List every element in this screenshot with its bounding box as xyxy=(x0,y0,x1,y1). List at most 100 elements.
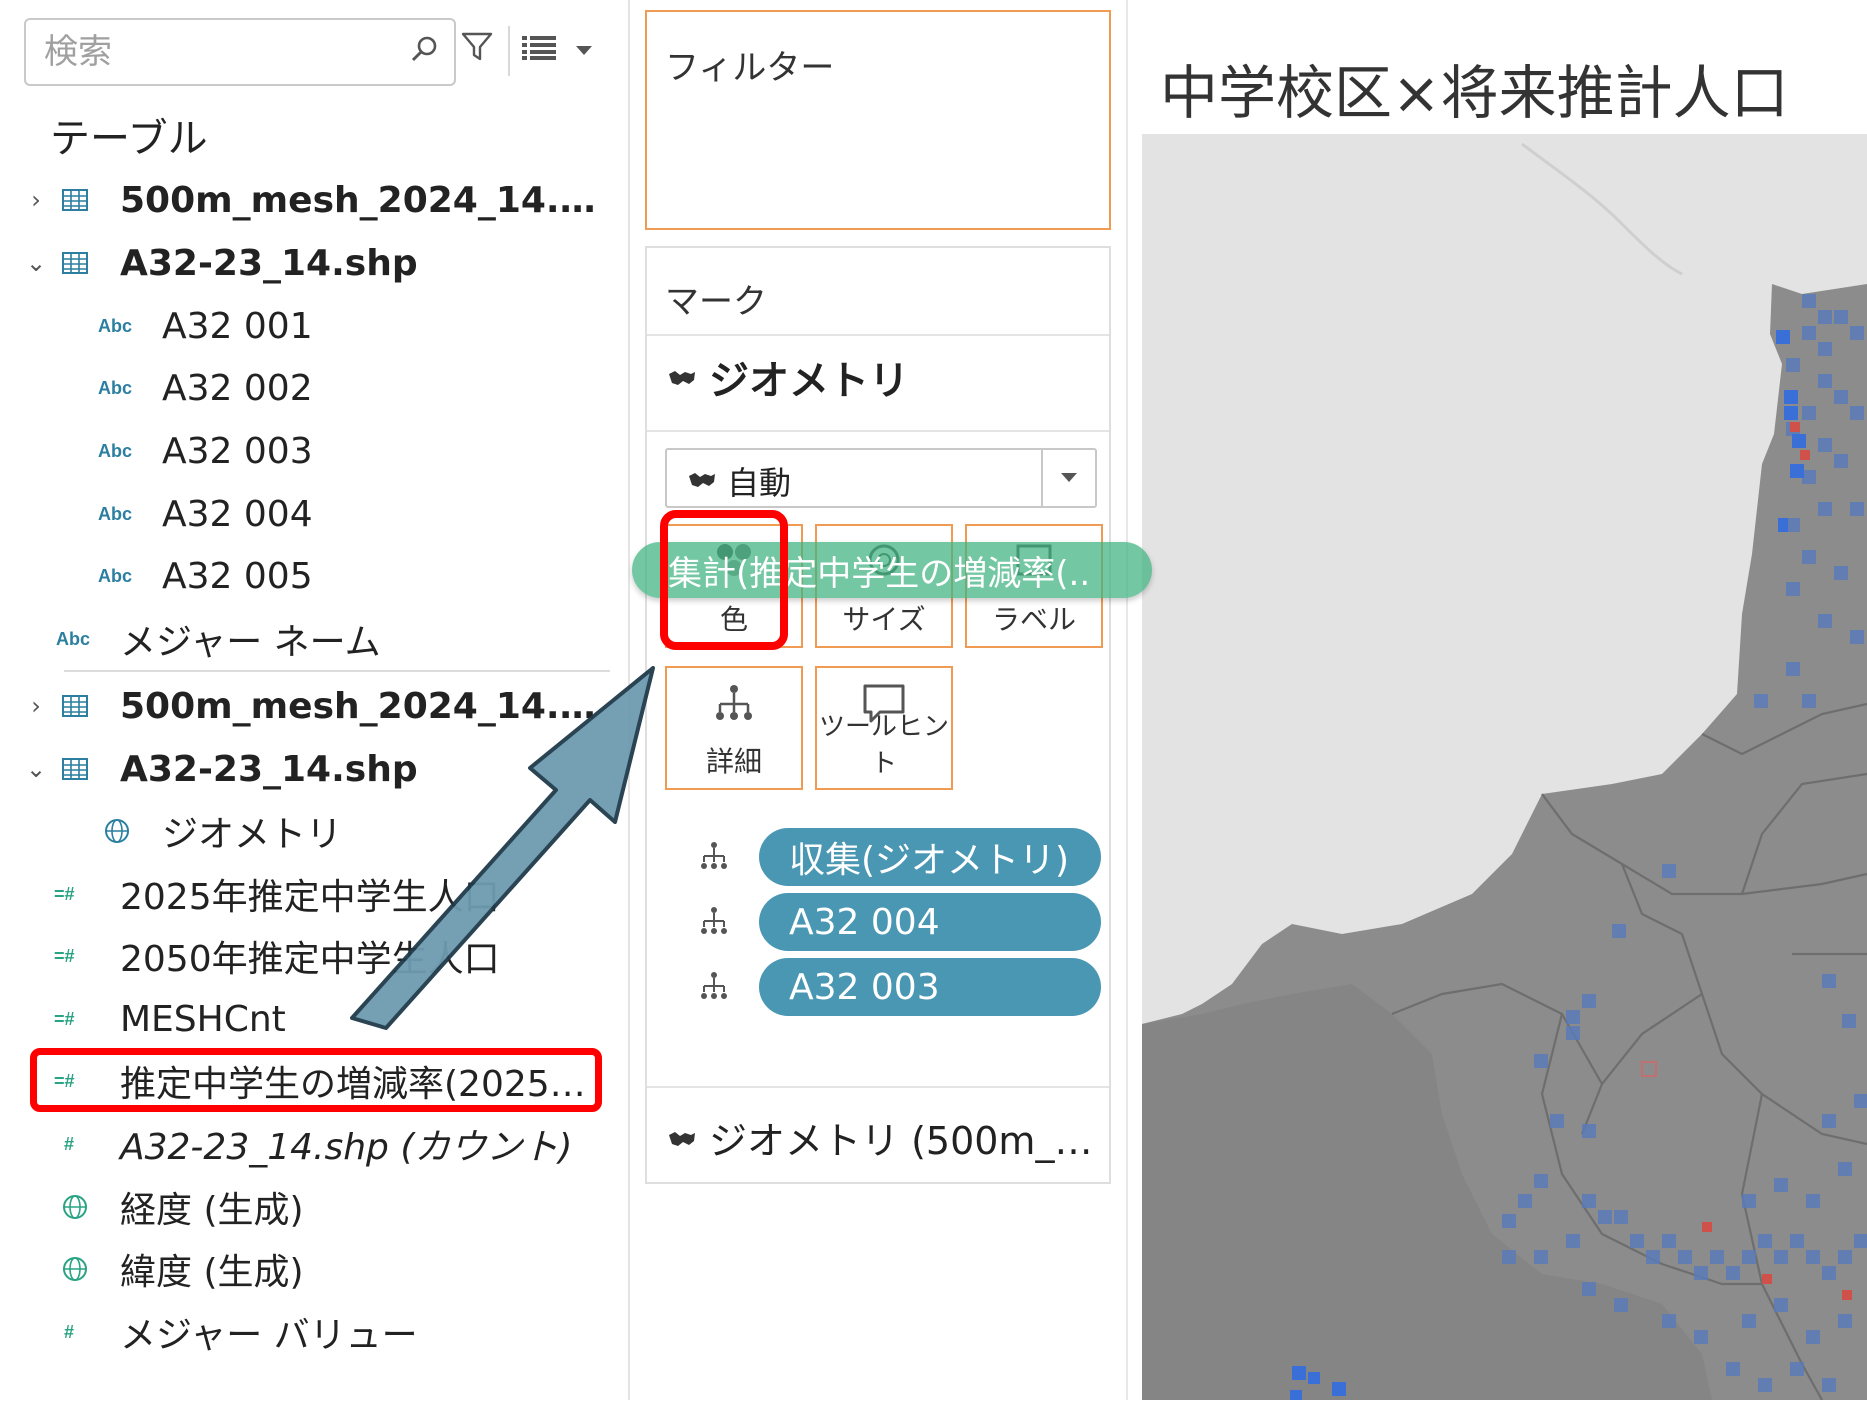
string-type-icon: Abc xyxy=(98,315,133,336)
field-label: 経度 (生成) xyxy=(120,1190,304,1231)
filters-title: フィルター xyxy=(665,48,835,88)
field-pill[interactable]: A32 004 xyxy=(759,893,1101,951)
section-divider xyxy=(64,670,610,672)
field-item-geometry[interactable]: ジオメトリ xyxy=(0,801,620,861)
field-item-a32-005[interactable]: Abc A32 005 xyxy=(0,546,620,606)
marks-layer-header[interactable]: ジオメトリ xyxy=(667,348,909,406)
tables-section-header: テーブル xyxy=(50,116,208,162)
field-item-meshcnt[interactable]: =# MESHCnt xyxy=(0,989,620,1049)
chevron-right-icon[interactable]: › xyxy=(26,692,46,720)
tooltip-button[interactable]: ツールヒント xyxy=(815,666,953,790)
field-item-latitude[interactable]: 緯度 (生成) xyxy=(0,1239,620,1299)
table-icon xyxy=(62,695,88,717)
map-layer-icon xyxy=(687,462,717,500)
field-label: A32 003 xyxy=(162,430,313,472)
field-label: A32-23_14.shp (カウント) xyxy=(120,1127,573,1168)
field-item-count[interactable]: # A32-23_14.shp (カウント) xyxy=(0,1114,620,1174)
marks-layer-title: ジオメトリ xyxy=(709,358,909,404)
table-label: A32-23_14.shp xyxy=(120,748,418,790)
map-layer-icon xyxy=(667,354,697,400)
chevron-down-icon[interactable] xyxy=(576,46,592,55)
field-label: メジャー バリュー xyxy=(120,1315,418,1356)
measure-type-icon: =# xyxy=(54,945,75,966)
search-box[interactable] xyxy=(24,18,456,86)
field-label: ジオメトリ xyxy=(162,814,343,855)
field-item-measure-names[interactable]: Abc メジャー ネーム xyxy=(0,609,620,669)
search-icon[interactable] xyxy=(410,34,440,68)
detail-pill-row[interactable]: A32 003 xyxy=(665,958,1105,1016)
filter-icon[interactable] xyxy=(460,30,494,68)
field-pill[interactable]: A32 003 xyxy=(759,958,1101,1016)
chevron-down-icon[interactable]: ⌄ xyxy=(26,249,46,277)
detail-pill-row[interactable]: A32 004 xyxy=(665,893,1105,951)
string-type-icon: Abc xyxy=(98,440,133,461)
field-item-a32-001[interactable]: Abc A32 001 xyxy=(0,296,620,356)
toolbar-divider xyxy=(508,26,510,76)
size-button-label: サイズ xyxy=(842,603,926,636)
field-item-change-rate[interactable]: =# 推定中学生の増減率(2025… xyxy=(0,1051,620,1111)
detail-icon xyxy=(699,970,729,1010)
highlight-box xyxy=(660,510,788,650)
filters-shelf[interactable]: フィルター xyxy=(645,10,1111,230)
field-label: A32 001 xyxy=(162,305,313,347)
detail-button-label: 詳細 xyxy=(705,745,762,778)
globe-icon xyxy=(62,1194,88,1220)
label-button-label: ラベル xyxy=(991,603,1076,636)
data-pane: テーブル › 500m_mesh_2024_14.… ⌄ A32-23_14.s… xyxy=(0,0,630,1400)
marks-layer-2-title: ジオメトリ (500m_… xyxy=(709,1119,1093,1163)
chevron-down-icon[interactable] xyxy=(1041,450,1095,506)
field-item-measure-values[interactable]: # メジャー バリュー xyxy=(0,1302,620,1362)
table-item-a32[interactable]: ⌄ A32-23_14.shp xyxy=(0,233,620,293)
detail-icon xyxy=(667,682,801,730)
map-view[interactable] xyxy=(1142,134,1867,1401)
measure-type-icon: =# xyxy=(54,883,75,904)
field-item-2050-population[interactable]: =# 2050年推定中学生人口 xyxy=(0,926,620,986)
list-view-icon[interactable] xyxy=(522,36,556,64)
string-type-icon: Abc xyxy=(56,628,91,649)
table-item-a32-2[interactable]: ⌄ A32-23_14.shp xyxy=(0,739,620,799)
globe-icon xyxy=(104,818,130,844)
field-label: メジャー ネーム xyxy=(120,622,381,663)
string-type-icon: Abc xyxy=(98,503,133,524)
chevron-down-icon[interactable]: ⌄ xyxy=(26,755,46,783)
detail-icon xyxy=(699,840,729,880)
field-pill[interactable]: 収集(ジオメトリ) xyxy=(759,828,1101,886)
marks-card: マーク ジオメトリ 自動 色 サイズ ラベル 詳細 ツールヒント 収集(ジオメト… xyxy=(645,246,1111,1184)
measure-type-icon: =# xyxy=(54,1070,75,1091)
field-item-longitude[interactable]: 経度 (生成) xyxy=(0,1177,620,1237)
field-item-a32-004[interactable]: Abc A32 004 xyxy=(0,484,620,544)
field-label: A32 004 xyxy=(162,493,313,535)
chevron-right-icon[interactable]: › xyxy=(26,186,46,214)
marks-layer-2-header[interactable]: ジオメトリ (500m_… xyxy=(667,1110,1092,1165)
table-label: 500m_mesh_2024_14.… xyxy=(120,685,596,727)
detail-pill-row[interactable]: 収集(ジオメトリ) xyxy=(665,828,1105,886)
field-label: 緯度 (生成) xyxy=(120,1252,304,1293)
detail-button[interactable]: 詳細 xyxy=(665,666,803,790)
field-label: 2025年推定中学生人口 xyxy=(120,877,500,918)
table-icon xyxy=(62,252,88,274)
string-type-icon: Abc xyxy=(98,377,133,398)
string-type-icon: Abc xyxy=(98,565,133,586)
measure-type-icon: =# xyxy=(54,1008,75,1029)
field-label: 推定中学生の増減率(2025… xyxy=(120,1064,586,1105)
marks-title: マーク xyxy=(665,282,767,322)
divider xyxy=(647,334,1109,336)
mark-type-select[interactable]: 自動 xyxy=(665,448,1097,508)
field-label: MESHCnt xyxy=(120,998,286,1040)
field-item-a32-002[interactable]: Abc A32 002 xyxy=(0,358,620,418)
table-icon xyxy=(62,189,88,211)
table-label: 500m_mesh_2024_14.… xyxy=(120,179,596,221)
divider xyxy=(647,430,1109,432)
measure-type-icon: # xyxy=(64,1133,75,1154)
pane-divider xyxy=(1126,0,1128,1400)
tooltip-button-label: ツールヒント xyxy=(818,712,949,779)
measure-type-icon: # xyxy=(64,1321,75,1342)
field-label: A32 005 xyxy=(162,555,313,597)
table-item-mesh-2[interactable]: › 500m_mesh_2024_14.… xyxy=(0,676,620,736)
field-item-a32-003[interactable]: Abc A32 003 xyxy=(0,421,620,481)
globe-icon xyxy=(62,1256,88,1282)
search-input[interactable] xyxy=(42,28,386,76)
field-label: A32 002 xyxy=(162,367,313,409)
field-item-2025-population[interactable]: =# 2025年推定中学生人口 xyxy=(0,864,620,924)
table-item-mesh[interactable]: › 500m_mesh_2024_14.… xyxy=(0,170,620,230)
